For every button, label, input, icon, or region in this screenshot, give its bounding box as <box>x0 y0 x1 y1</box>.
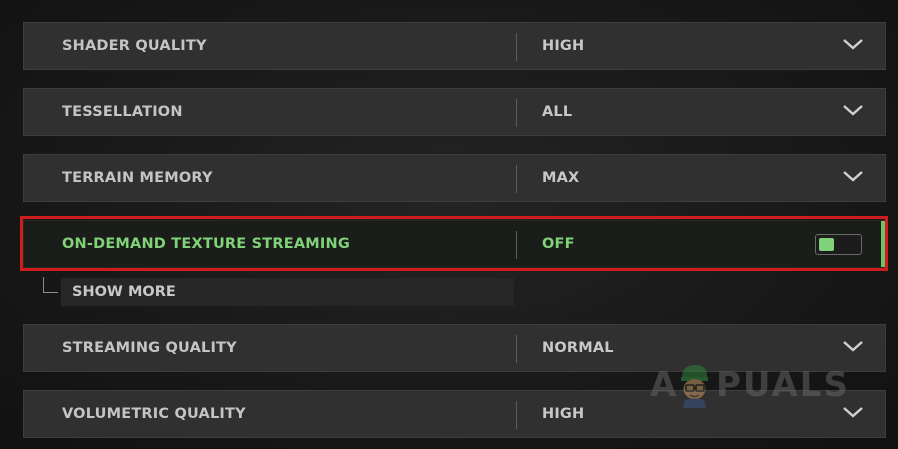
setting-value: OFF <box>542 236 575 252</box>
setting-row-shader-quality[interactable]: SHADER QUALITY HIGH <box>23 22 886 70</box>
setting-value: HIGH <box>542 406 585 422</box>
setting-value: ALL <box>542 104 573 120</box>
setting-label: TERRAIN MEMORY <box>62 170 213 186</box>
row-divider <box>516 231 517 259</box>
tree-connector-line <box>43 277 58 293</box>
chevron-down-icon[interactable] <box>842 102 864 118</box>
setting-row-tessellation[interactable]: TESSELLATION ALL <box>23 88 886 136</box>
chevron-down-icon[interactable] <box>842 338 864 354</box>
setting-label: STREAMING QUALITY <box>62 340 237 356</box>
row-divider <box>516 401 517 429</box>
setting-label: VOLUMETRIC QUALITY <box>62 406 246 422</box>
chevron-down-icon[interactable] <box>842 36 864 52</box>
setting-label: ON-DEMAND TEXTURE STREAMING <box>62 236 350 252</box>
row-divider <box>516 33 517 61</box>
setting-value: MAX <box>542 170 580 186</box>
setting-value: NORMAL <box>542 340 614 356</box>
row-divider <box>516 335 517 363</box>
chevron-down-icon[interactable] <box>842 168 864 184</box>
setting-label: SHADER QUALITY <box>62 38 207 54</box>
show-more-button[interactable]: SHOW MORE <box>61 278 514 306</box>
chevron-down-icon[interactable] <box>842 404 864 420</box>
row-divider <box>516 99 517 127</box>
setting-row-volumetric-quality[interactable]: VOLUMETRIC QUALITY HIGH <box>23 390 886 438</box>
setting-row-streaming-quality[interactable]: STREAMING QUALITY NORMAL <box>23 324 886 372</box>
setting-label: TESSELLATION <box>62 104 183 120</box>
active-indicator-bar <box>881 221 885 267</box>
setting-value: HIGH <box>542 38 585 54</box>
toggle-switch[interactable] <box>815 234 862 255</box>
row-divider <box>516 165 517 193</box>
setting-row-terrain-memory[interactable]: TERRAIN MEMORY MAX <box>23 154 886 202</box>
graphics-settings-page: SHADER QUALITY HIGH TESSELLATION ALL TER… <box>0 0 898 449</box>
toggle-knob <box>819 238 834 251</box>
setting-row-on-demand-texture-streaming[interactable]: ON-DEMAND TEXTURE STREAMING OFF <box>23 220 886 268</box>
